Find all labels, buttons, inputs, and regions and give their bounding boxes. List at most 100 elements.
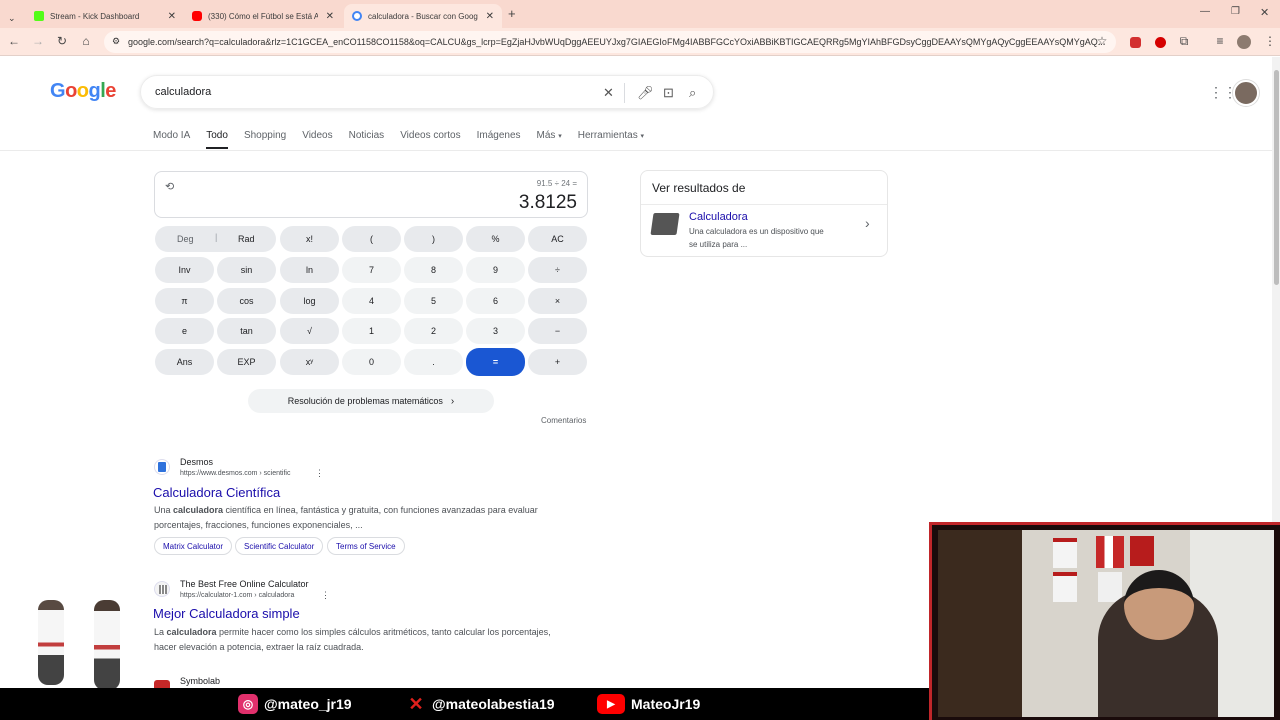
- feedback-link[interactable]: Comentarios: [541, 416, 586, 425]
- panel-entity-calculadora[interactable]: Calculadora Una calculadora es un dispos…: [641, 205, 887, 257]
- lens-camera-icon[interactable]: ⊡: [663, 85, 674, 101]
- address-bar[interactable]: ⚙ google.com/search?q=calculadora&rlz=1C…: [104, 31, 1116, 53]
- key-log[interactable]: log: [280, 288, 339, 314]
- math-solver-button[interactable]: Resolución de problemas matemáticos ›: [248, 389, 494, 413]
- new-tab-button[interactable]: +: [508, 6, 516, 21]
- key-5[interactable]: 5: [404, 288, 463, 314]
- home-icon[interactable]: ⌂: [78, 34, 94, 48]
- key-8[interactable]: 8: [404, 257, 463, 283]
- extension-opera-icon[interactable]: [1155, 37, 1166, 48]
- key-4[interactable]: 4: [342, 288, 401, 314]
- tab-herramientas[interactable]: Herramientas ▾: [578, 130, 644, 149]
- toggle-separator: |: [215, 232, 218, 242]
- tab-modo-ia[interactable]: Modo IA: [153, 130, 190, 149]
- close-icon[interactable]: ✕: [326, 11, 334, 22]
- google-logo[interactable]: Google: [50, 80, 116, 103]
- sitelink-chip[interactable]: Terms of Service: [327, 537, 405, 555]
- account-avatar-icon[interactable]: [1233, 80, 1259, 106]
- entity-description: se utiliza para ...: [689, 240, 748, 249]
- key-ans[interactable]: Ans: [155, 349, 214, 375]
- media-control-icon[interactable]: ≡: [1212, 34, 1228, 48]
- result-site-name: Desmos: [180, 457, 214, 467]
- site-info-icon[interactable]: ⚙: [112, 36, 120, 47]
- more-options-icon[interactable]: ⋮: [315, 468, 324, 479]
- logo-letter: G: [50, 80, 66, 102]
- sitelink-chip[interactable]: Matrix Calculator: [154, 537, 233, 555]
- key-2[interactable]: 2: [404, 318, 463, 344]
- key-add[interactable]: +: [528, 349, 587, 375]
- back-icon[interactable]: ←: [6, 34, 22, 48]
- tab-google[interactable]: calculadora - Buscar con Googl ✕: [344, 4, 502, 28]
- key-clear[interactable]: AC: [528, 226, 587, 252]
- more-menu-icon[interactable]: ⋮: [1262, 34, 1278, 48]
- key-percent[interactable]: %: [466, 226, 525, 252]
- extensions-puzzle-icon[interactable]: ⧉: [1176, 34, 1192, 49]
- result-title-link[interactable]: Calculadora Científica: [153, 485, 280, 500]
- key-inv[interactable]: Inv: [155, 257, 214, 283]
- tab-imagenes[interactable]: Imágenes: [477, 130, 521, 149]
- key-sin[interactable]: sin: [217, 257, 276, 283]
- snippet-text: hacer elevación a potencia, extraer la r…: [154, 642, 364, 652]
- search-icon[interactable]: ⌕: [689, 85, 696, 101]
- tab-shopping[interactable]: Shopping: [244, 130, 286, 149]
- youtube-icon: ▶: [597, 694, 625, 714]
- key-decimal[interactable]: .: [404, 349, 463, 375]
- key-ln[interactable]: ln: [280, 257, 339, 283]
- tab-mas[interactable]: Más ▾: [537, 130, 562, 149]
- history-icon[interactable]: ⟲: [165, 180, 174, 193]
- close-icon[interactable]: ✕: [486, 11, 494, 22]
- scrollbar-thumb[interactable]: [1274, 70, 1279, 285]
- search-input[interactable]: calculadora ✕ 🎤︎ ⊡ ⌕: [140, 75, 714, 109]
- tab-noticias[interactable]: Noticias: [349, 130, 385, 149]
- close-icon[interactable]: ✕: [168, 11, 176, 22]
- snippet-highlight: calculadora: [173, 505, 224, 515]
- divider: [624, 83, 625, 103]
- sitelink-chip[interactable]: Scientific Calculator: [235, 537, 324, 555]
- key-6[interactable]: 6: [466, 288, 525, 314]
- restore-icon[interactable]: ❐: [1231, 6, 1240, 17]
- key-factorial[interactable]: x!: [280, 226, 339, 252]
- key-7[interactable]: 7: [342, 257, 401, 283]
- key-subtract[interactable]: −: [528, 318, 587, 344]
- chevron-right-icon: ›: [450, 395, 455, 407]
- tab-todo[interactable]: Todo: [206, 130, 228, 149]
- key-power[interactable]: xʸ: [280, 349, 339, 375]
- key-9[interactable]: 9: [466, 257, 525, 283]
- bookmark-star-icon[interactable]: ☆: [1094, 34, 1110, 48]
- extension-adblock-icon[interactable]: [1130, 37, 1141, 48]
- tab-videos[interactable]: Videos: [302, 130, 332, 149]
- more-options-icon[interactable]: ⋮: [321, 590, 330, 601]
- key-exp[interactable]: EXP: [217, 349, 276, 375]
- reload-icon[interactable]: ↻: [54, 34, 70, 48]
- google-favicon-icon: [352, 11, 362, 21]
- forward-icon[interactable]: →: [30, 34, 46, 48]
- tab-search-dropdown[interactable]: ⌄: [0, 6, 24, 30]
- key-tan[interactable]: tan: [217, 318, 276, 344]
- social-youtube: ▶ MateoJr19: [597, 694, 700, 714]
- result-site-name: Symbolab: [180, 676, 221, 686]
- result-title-link[interactable]: Mejor Calculadora simple: [153, 606, 300, 621]
- key-e[interactable]: e: [155, 318, 214, 344]
- key-equals[interactable]: =: [466, 348, 525, 376]
- key-pi[interactable]: π: [155, 288, 214, 314]
- microphone-icon[interactable]: 🎤︎: [637, 85, 654, 101]
- key-sqrt[interactable]: √: [280, 318, 339, 344]
- rad-option[interactable]: Rad: [238, 234, 255, 244]
- key-close-paren[interactable]: ): [404, 226, 463, 252]
- key-open-paren[interactable]: (: [342, 226, 401, 252]
- key-0[interactable]: 0: [342, 349, 401, 375]
- tab-youtube[interactable]: (330) Cómo el Fútbol se Está Al ✕: [184, 4, 342, 28]
- key-3[interactable]: 3: [466, 318, 525, 344]
- clear-icon[interactable]: ✕: [603, 85, 614, 101]
- minimize-icon[interactable]: —: [1200, 6, 1210, 17]
- key-1[interactable]: 1: [342, 318, 401, 344]
- tab-videos-cortos[interactable]: Videos cortos: [400, 130, 460, 149]
- key-multiply[interactable]: ×: [528, 288, 587, 314]
- key-divide[interactable]: ÷: [528, 257, 587, 283]
- close-window-icon[interactable]: ✕: [1260, 6, 1269, 19]
- deg-rad-toggle[interactable]: Deg | Rad: [155, 226, 276, 252]
- profile-avatar-icon[interactable]: [1237, 35, 1251, 49]
- deg-option[interactable]: Deg: [177, 234, 194, 244]
- tab-kick[interactable]: Stream - Kick Dashboard ✕: [26, 4, 184, 28]
- key-cos[interactable]: cos: [217, 288, 276, 314]
